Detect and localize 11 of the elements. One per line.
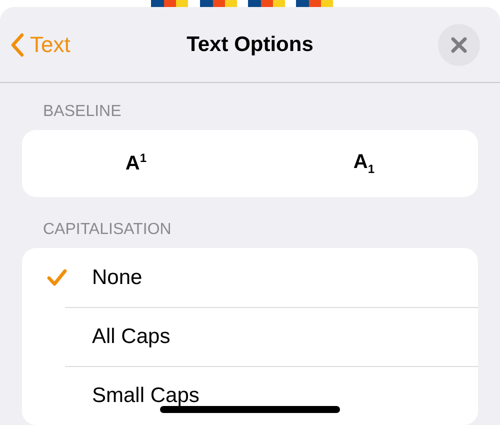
capitalisation-option[interactable]: None: [92, 266, 142, 290]
section-header: CAPITALISATION: [42, 221, 172, 239]
capitalisation-option[interactable]: Small Caps: [92, 384, 200, 408]
baseline-option[interactable]: A$^{1}$: [22, 130, 250, 197]
capitalisation-option[interactable]: All Caps: [92, 324, 170, 348]
sheet-title: Text Options: [186, 32, 314, 56]
close-button[interactable]: [438, 24, 480, 66]
baseline-option[interactable]: A$_{1}$: [250, 130, 478, 197]
back-chevron-icon: [10, 32, 24, 56]
section-header: BASELINE: [42, 103, 122, 121]
close-icon: [451, 36, 467, 52]
